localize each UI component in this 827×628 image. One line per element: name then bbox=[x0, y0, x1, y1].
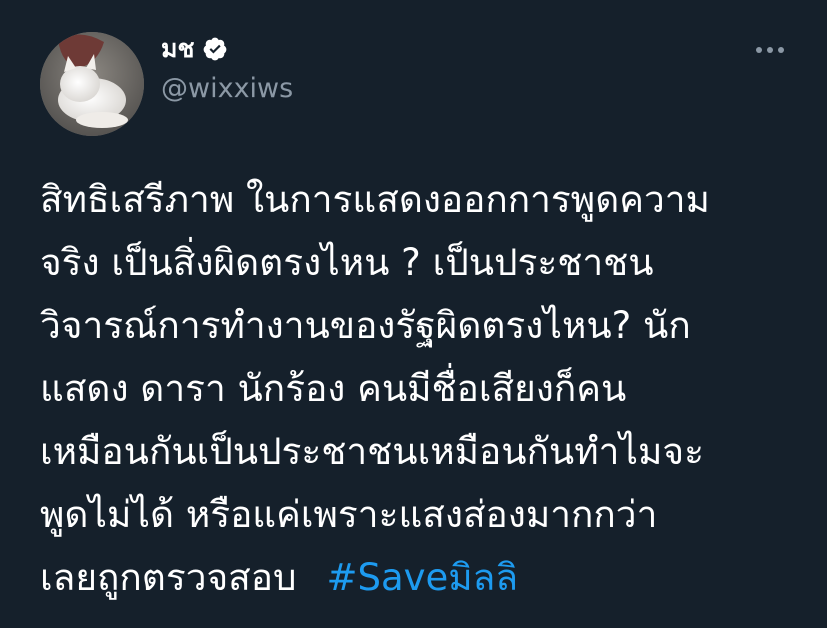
tweet-text-line: พูดไม่ได้ หรือแค่เพราะแสงส่องมากกว่า bbox=[40, 493, 658, 536]
cat-photo-avatar-icon bbox=[40, 32, 144, 136]
tweet-text: สิทธิเสรีภาพ ในการแสดงออกการพูดความ จริง… bbox=[40, 168, 810, 609]
verified-badge-icon bbox=[202, 36, 228, 62]
author-avatar[interactable] bbox=[40, 32, 144, 136]
tweet-card: มช @wixxiws สิทธิเสรีภาพ ในการแสดงออกการ… bbox=[0, 0, 827, 628]
author-name-row: มช bbox=[161, 32, 228, 66]
tweet-text-line: วิจารณ์การทำงานของรัฐผิดตรงไหน? นัก bbox=[40, 304, 691, 347]
tweet-text-line: สิทธิเสรีภาพ ในการแสดงออกการพูดความ bbox=[40, 178, 710, 221]
tweet-text-last-line: เลยถูกตรวจสอบ #Saveมิลลิ bbox=[40, 546, 810, 609]
author-display-name[interactable]: มช bbox=[161, 32, 194, 66]
tweet-text-line: เหมือนกันเป็นประชาชนเหมือนกันทำไมจะ bbox=[40, 430, 704, 473]
more-horizontal-icon bbox=[756, 47, 784, 53]
dot bbox=[767, 47, 773, 53]
tweet-text-line: แสดง ดารา นักร้อง คนมีชื่อเสียงก็คน bbox=[40, 367, 627, 410]
dot bbox=[778, 47, 784, 53]
tweet-text-line: เลยถูกตรวจสอบ bbox=[40, 556, 297, 599]
tweet-text-line: จริง เป็นสิ่งผิดตรงไหน ? เป็นประชาชน bbox=[40, 241, 654, 284]
hashtag-link[interactable]: #Saveมิลลิ bbox=[326, 556, 518, 599]
author-handle[interactable]: @wixxiws bbox=[161, 72, 293, 106]
more-options-button[interactable] bbox=[748, 36, 792, 64]
dot bbox=[756, 47, 762, 53]
